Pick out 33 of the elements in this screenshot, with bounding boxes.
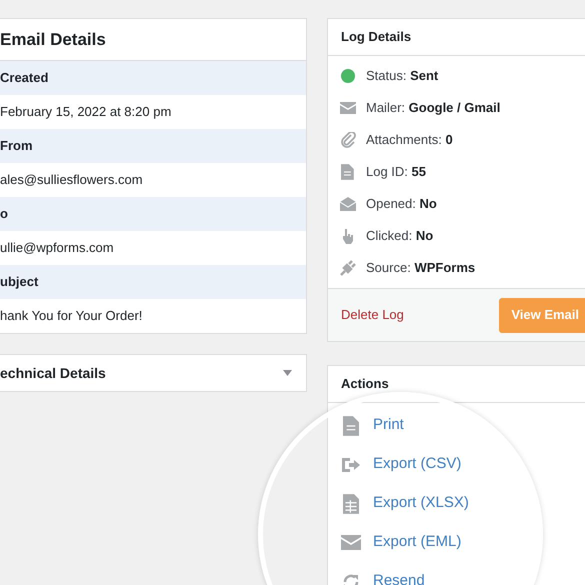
panel-title: Actions — [328, 366, 585, 403]
action-link[interactable]: Export (XLSX) — [328, 484, 585, 523]
panel-title: Log Details — [328, 19, 585, 56]
delete-log-link[interactable]: Delete Log — [341, 305, 404, 325]
log-detail-text: Opened: No — [366, 195, 437, 214]
log-detail-text: Status: Sent — [366, 67, 438, 86]
view-email-button[interactable]: View Email — [499, 298, 585, 332]
field-value: ullie@wpforms.com — [0, 239, 115, 258]
envelope-icon — [340, 102, 356, 114]
action-link[interactable]: Print — [328, 406, 585, 445]
log-detail-text: Log ID: 55 — [366, 163, 426, 182]
log-detail-text: Source: WPForms — [366, 259, 476, 278]
log-detail-text: Attachments: 0 — [366, 131, 453, 150]
document-icon — [341, 164, 354, 180]
log-detail-text: Clicked: No — [366, 227, 434, 246]
log-detail-text: Mailer: Google / Gmail — [366, 99, 500, 118]
open-envelope-icon — [340, 196, 356, 212]
paperclip-icon — [340, 132, 356, 148]
field-label: Created — [0, 61, 306, 95]
field-label: From — [0, 129, 306, 163]
export-arrow-icon — [341, 456, 361, 472]
action-link[interactable]: Export (CSV) — [328, 445, 585, 484]
field-value: February 15, 2022 at 8:20 pm — [0, 103, 172, 122]
envelope-icon — [341, 535, 361, 550]
field-value: ales@sulliesflowers.com — [0, 171, 144, 190]
document-icon — [343, 416, 359, 436]
field-value: hank You for Your Order! — [0, 307, 144, 326]
field-label: ubject — [0, 265, 306, 299]
plug-icon — [340, 260, 356, 276]
spreadsheet-icon — [343, 494, 359, 514]
field-label: o — [0, 197, 306, 231]
action-link[interactable]: Export (EML) — [328, 523, 585, 562]
technical-details-toggle[interactable]: echnical Details — [0, 354, 307, 392]
